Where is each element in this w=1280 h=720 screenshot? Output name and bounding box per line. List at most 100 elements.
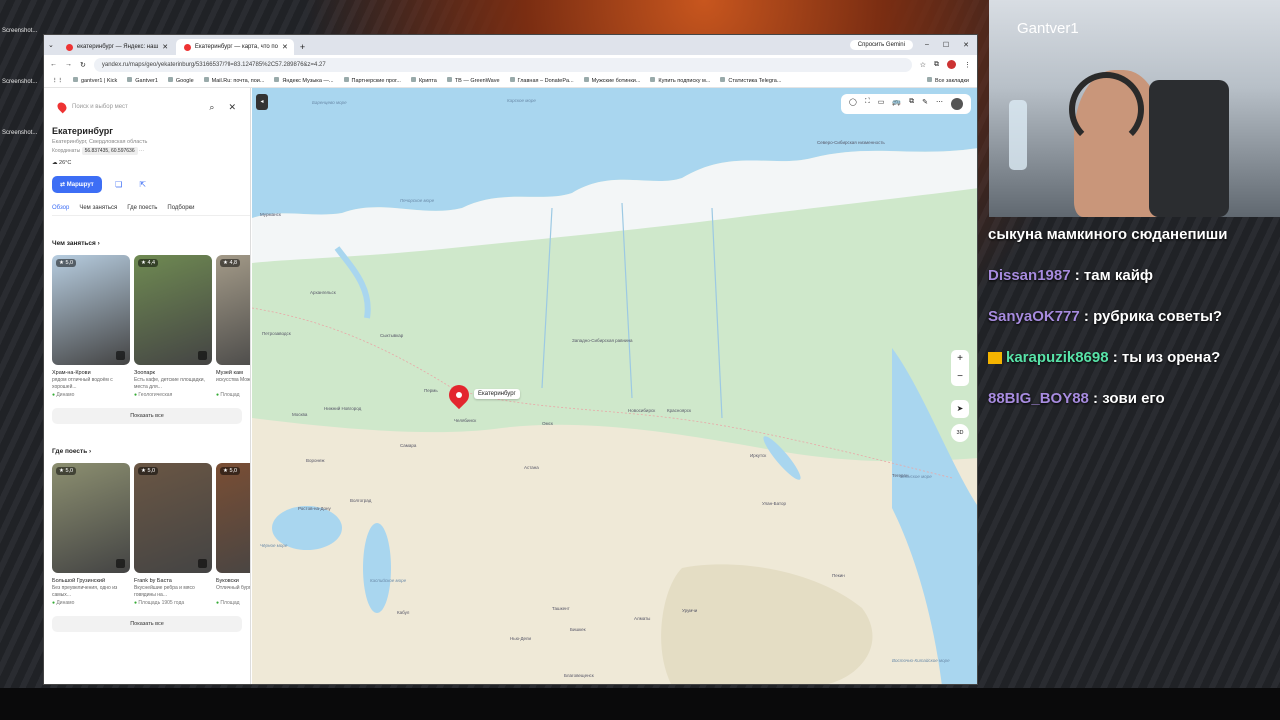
bookmark-icon[interactable] [198,351,207,360]
close-window-button[interactable]: ✕ [963,41,969,49]
transit-icon[interactable]: 🚌 [892,98,901,110]
map-label: Омск [542,421,553,426]
user-avatar[interactable] [951,98,963,110]
bookmark-icon[interactable] [116,559,125,568]
bookmark-icon[interactable]: ❏ [112,178,126,192]
tab-yandex-maps[interactable]: Екатеринбург — карта, что по ✕ [175,39,294,55]
share-icon[interactable]: ⇱ [136,178,150,192]
reload-icon[interactable]: ↻ [80,61,86,69]
all-bookmarks-button[interactable]: Все закладки [927,77,969,84]
place-card[interactable]: ★ 4,4 Зоопарк Есть кафе, детские площадк… [134,255,212,398]
bookmark-icon[interactable] [116,351,125,360]
back-icon[interactable]: ← [50,61,57,68]
map-label: Улан-Батор [762,501,787,506]
metro-dot-icon: ● [52,392,56,398]
url-field[interactable]: yandex.ru/maps/geo/yekaterinburg/5316653… [93,57,912,72]
bookmark-item[interactable]: Mail.Ru: почта, пои... [204,77,265,84]
search-input[interactable]: Поиск и выбор мест [72,104,128,110]
map-label: Урумчи [682,608,698,613]
bookmark-item[interactable]: Партнерские прог... [344,77,401,84]
chat-text: сыкуна мамкиного сюданепиши [988,226,1228,243]
map-label: Чёрное море [260,543,288,548]
map-label: Алматы [634,616,651,621]
tab-search-icon[interactable]: ⌄ [48,41,54,49]
place-card[interactable]: ★ 5,0 Большой Грузинский Без преувеличен… [52,463,130,606]
layers-icon[interactable]: ▭ [878,98,885,110]
chat-username: karapuzik8698 [1006,349,1109,366]
bookmark-item[interactable]: Купить подписку м... [650,77,710,84]
bookmark-item[interactable]: Яндекс Музыка —... [274,77,333,84]
place-description: рядом отличный водоём с хорошей... [52,377,113,390]
section-food-title[interactable]: Где поесть › [52,448,250,455]
close-icon[interactable]: ✕ [228,102,236,113]
map-label: Пермь [424,388,438,393]
tab-collections[interactable]: Подборки [167,205,194,211]
place-name: Большой Грузинский [52,578,106,584]
desktop-icon[interactable]: Screenshot... [2,28,37,79]
close-tab-icon[interactable]: ✕ [282,43,288,51]
place-photo: ★ 5,0 [216,463,250,573]
bookmark-item[interactable]: Google [168,77,194,84]
search-icon[interactable]: ⌕ [209,102,214,113]
star-icon[interactable]: ☆ [920,61,926,69]
food-cards: ★ 5,0 Большой Грузинский Без преувеличен… [52,463,250,606]
map-canvas[interactable]: Баренцево море Карское море Северо-Сибирск… [252,88,977,684]
panorama-icon[interactable]: ⛶ [865,98,870,110]
close-tab-icon[interactable]: ✕ [162,43,168,51]
gemini-button[interactable]: Спросить Gemini [849,40,913,50]
profile-icon[interactable] [947,60,956,69]
new-tab-button[interactable]: + [294,42,311,52]
show-all-button[interactable]: Показать все [52,408,242,424]
streamer-name: Gantver1 [1017,20,1079,37]
desktop-icon[interactable]: Screenshot... [2,130,37,181]
coordinates-value[interactable]: 56.837435, 60.597636 [81,147,138,155]
bookmark-item[interactable]: Статистика Telegra... [720,77,781,84]
tab-yandex-search[interactable]: екатеринбург — Яндекс: наш ✕ [58,39,176,55]
tab-overview[interactable]: Обзор [52,205,69,211]
minimize-button[interactable]: – [925,41,929,49]
map-label: Сыктывкар [380,333,404,338]
section-activities-title[interactable]: Чем заняться › [52,240,250,247]
bookmark-item[interactable]: TB — GreenWave [447,77,500,84]
city-pin-label[interactable]: Екатеринбург [474,389,520,399]
place-name: Frank by Баста [134,578,172,584]
more-icon[interactable]: ⋯ [936,98,943,110]
tab-food[interactable]: Где поесть [127,205,157,211]
place-description: Отличный бургеры в крутых атм [216,585,251,591]
bookmark-item[interactable]: Крипта [411,77,437,84]
place-card[interactable]: ★ 5,0 Храм-на-Крови рядом отличный водоё… [52,255,130,398]
forward-icon[interactable]: → [65,61,72,68]
bookmark-item[interactable]: gantver1 | Kick [73,77,117,84]
search-box[interactable]: Поиск и выбор мест ⌕ ✕ [52,96,242,118]
show-all-button-2[interactable]: Показать все [52,616,242,632]
maximize-button[interactable]: ☐ [943,41,949,49]
zoom-out-button[interactable]: − [951,368,969,386]
desktop-icon[interactable]: Screenshot... [2,79,37,130]
place-description: Вкуснейшие ребра и мясо говядины на... [134,585,195,598]
extensions-icon[interactable]: ⧉ [934,61,939,69]
place-card[interactable]: ★ 5,0 Frank by Баста Вкуснейшие ребра и … [134,463,212,606]
3d-mode-button[interactable]: 3D [951,424,969,442]
coords-more-button[interactable]: ··· [139,148,144,154]
ruler-icon[interactable]: ✎ [922,98,928,110]
copy-icon[interactable]: ⧉ [909,98,914,110]
route-button[interactable]: ⇄ Маршрут [52,176,102,193]
geolocation-button[interactable]: ➤ [951,400,969,418]
map-toolbar: ◯ ⛶ ▭ 🚌 ⧉ ✎ ⋯ [841,94,971,114]
bookmark-icon[interactable] [198,559,207,568]
bookmark-item[interactable]: Gantver1 [127,77,158,84]
tab-activities[interactable]: Чем заняться [79,205,117,211]
traffic-icon[interactable]: ◯ [849,98,857,110]
place-card[interactable]: ★ 4,8 Музей кам искусства Можно по с дет… [216,255,250,398]
bookmark-item[interactable]: Мужские ботинки... [584,77,641,84]
place-card[interactable]: ★ 5,0 Буковски Отличный бургеры в крутых… [216,463,251,606]
zoom-in-button[interactable]: + [951,350,969,368]
rating-badge: ★ 5,0 [56,259,77,267]
place-name: Храм-на-Крови [52,370,91,376]
bookmark-item[interactable]: Главная – DonatePa... [510,77,574,84]
map-label: Карское море [507,98,536,103]
collapse-panel-button[interactable]: ◂ [256,94,268,110]
apps-icon[interactable]: ⋮⋮ [52,78,63,84]
menu-icon[interactable]: ⋮ [964,61,971,69]
map-label: Новосибирск [628,408,656,413]
